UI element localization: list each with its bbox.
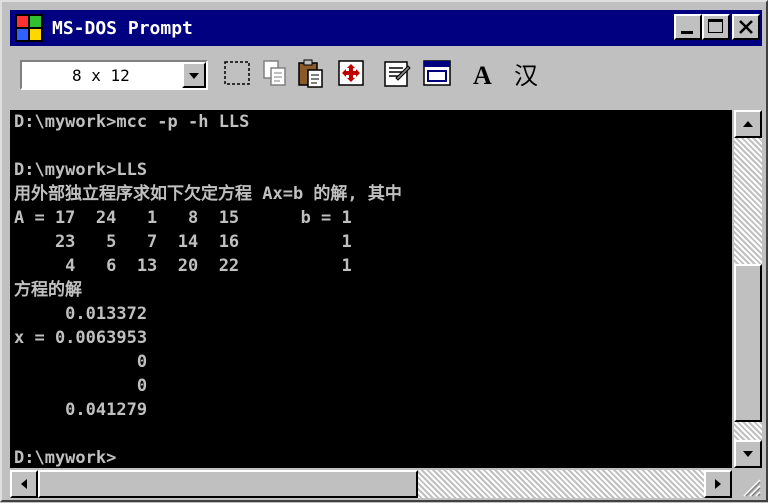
console-line: D:\mywork>LLS: [14, 160, 148, 180]
close-icon: [739, 20, 753, 34]
console-line: 0.041279: [14, 400, 148, 420]
arrow-right-icon: [715, 479, 721, 489]
chinese-input-icon: 汉: [514, 62, 538, 90]
minimize-icon: [681, 31, 693, 34]
copy-icon: [263, 60, 286, 86]
mark-icon: [224, 61, 250, 85]
font-button[interactable]: A: [466, 56, 500, 92]
console-line: 4 6 13 20 22 1: [14, 256, 352, 276]
ms-dos-icon[interactable]: [14, 13, 44, 43]
horizontal-scroll-thumb[interactable]: [38, 470, 418, 498]
arrow-down-icon: [743, 451, 753, 457]
mark-button[interactable]: [220, 56, 254, 92]
maximize-button[interactable]: [702, 14, 730, 40]
console-line: 23 5 7 14 16 1: [14, 232, 352, 252]
console-line: 0.013372: [14, 304, 148, 324]
resize-grip-icon: [743, 479, 761, 497]
console-line: 方程的解: [14, 280, 82, 300]
properties-button[interactable]: [380, 56, 414, 92]
font-button-label: A: [473, 61, 492, 90]
chinese-input-button[interactable]: 汉: [510, 56, 544, 92]
console-output[interactable]: D:\mywork>mcc -p -h LLS D:\mywork>LLS 用外部独…: [10, 110, 732, 468]
arrow-left-icon: [21, 479, 27, 489]
minimize-button[interactable]: [674, 14, 702, 40]
horizontal-scrollbar[interactable]: [10, 470, 732, 498]
chinese-button-label: 汉: [514, 62, 538, 90]
scroll-up-button[interactable]: [734, 110, 762, 138]
window-title: MS-DOS Prompt: [52, 18, 193, 39]
console-line: D:\mywork>: [14, 448, 117, 468]
properties-icon: [384, 61, 411, 87]
paste-button[interactable]: [294, 56, 328, 92]
font-size-select[interactable]: 8 x 12: [20, 60, 208, 90]
scroll-right-button[interactable]: [704, 470, 732, 498]
resize-grip[interactable]: [734, 470, 762, 498]
font-size-value: 8 x 12: [72, 66, 130, 85]
scroll-down-button[interactable]: [734, 440, 762, 468]
copy-button[interactable]: [258, 56, 292, 92]
console-line: A = 17 24 1 8 15 b = 1: [14, 208, 352, 228]
arrow-up-icon: [743, 121, 753, 127]
background-button[interactable]: [420, 56, 454, 92]
console-line: x = 0.0063953: [14, 328, 148, 348]
vertical-scrollbar[interactable]: [734, 110, 762, 468]
paste-icon: [298, 59, 323, 88]
console-line: 0: [14, 376, 148, 396]
font-icon: A: [473, 61, 492, 90]
close-button[interactable]: [732, 14, 760, 40]
vertical-scroll-thumb[interactable]: [734, 264, 762, 422]
font-size-dropdown-button[interactable]: [182, 62, 206, 88]
fullscreen-button[interactable]: [334, 56, 368, 92]
console-line: 0: [14, 352, 148, 372]
console-line: D:\mywork>mcc -p -h LLS: [14, 112, 250, 132]
console-line: 用外部独立程序求如下欠定方程 Ax=b 的解, 其中: [14, 184, 402, 204]
title-bar[interactable]: MS-DOS Prompt: [10, 10, 762, 46]
console-text: D:\mywork>mcc -p -h LLS D:\mywork>LLS 用外部独…: [14, 110, 402, 468]
toolbar: 8 x 12 A 汉: [10, 50, 762, 102]
ms-dos-window: MS-DOS Prompt 8 x 12 A 汉 D:\mywork>mcc -…: [0, 0, 768, 502]
background-icon: [423, 60, 451, 86]
maximize-icon: [708, 19, 723, 33]
chevron-down-icon: [189, 73, 199, 79]
scroll-left-button[interactable]: [10, 470, 38, 498]
fullscreen-icon: [338, 60, 364, 86]
